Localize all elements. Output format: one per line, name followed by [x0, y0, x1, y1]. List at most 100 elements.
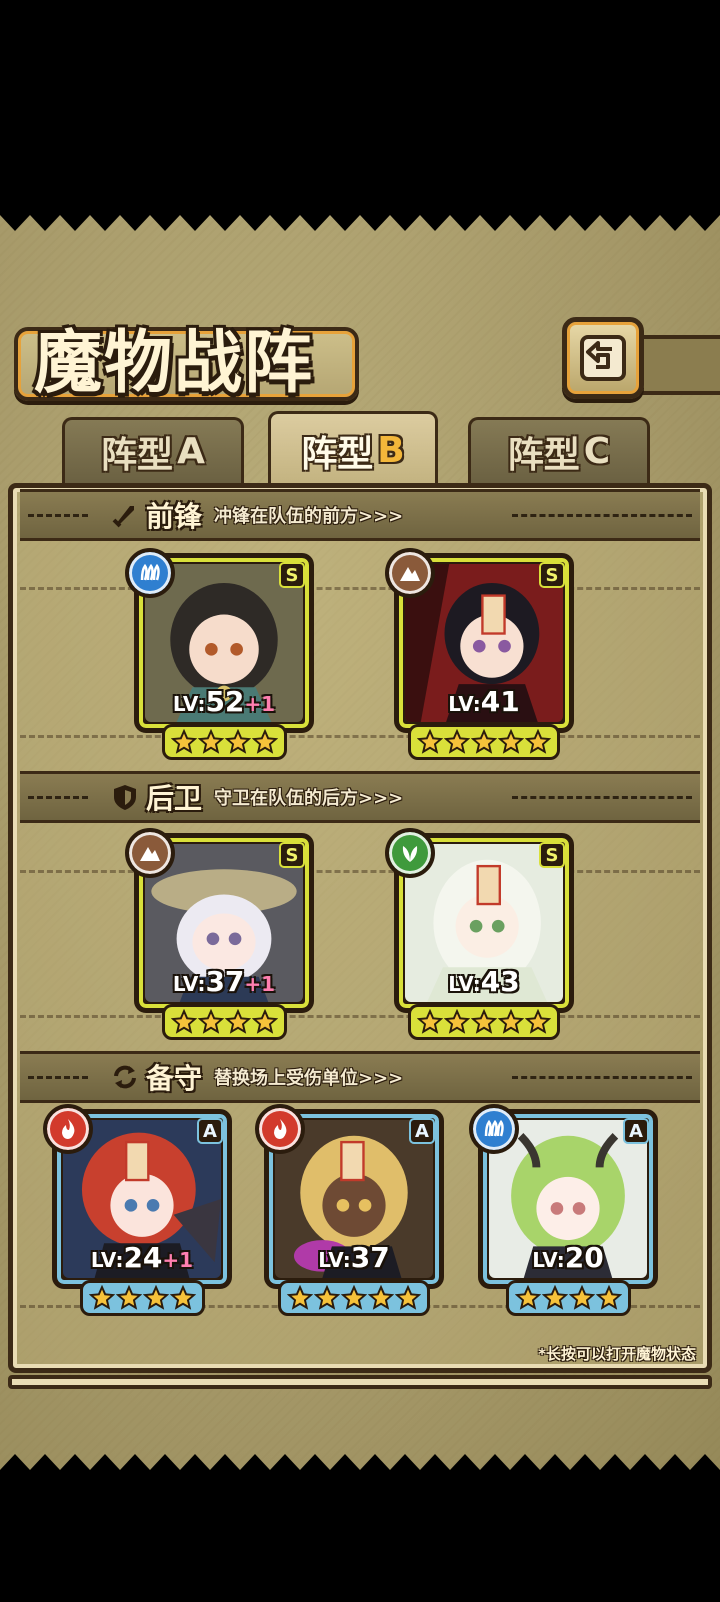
section-reserve-name: 备守	[146, 1062, 203, 1095]
star-rating	[399, 1004, 569, 1040]
star-icon	[417, 1009, 443, 1034]
unit-level: LV:52+1	[172, 685, 276, 718]
star-rating	[139, 724, 309, 760]
star-icon	[568, 1285, 595, 1310]
tab-letter: B	[377, 430, 405, 471]
tab-letter: C	[583, 431, 611, 472]
fire-element-icon	[255, 1104, 305, 1154]
sword-icon	[112, 506, 134, 528]
rank-badge: A	[197, 1118, 223, 1144]
star-icon	[498, 1009, 524, 1034]
star-icon	[251, 729, 278, 754]
rank-badge: S	[279, 562, 305, 588]
unit-card-rear-1[interactable]: S LV:37+1	[125, 828, 314, 1040]
tab-letter: A	[177, 431, 205, 472]
bottom-rail	[8, 1375, 712, 1389]
star-icon	[170, 729, 197, 754]
swap-icon	[114, 1065, 136, 1089]
star-icon	[287, 1285, 313, 1310]
shield-icon	[114, 785, 136, 810]
star-icon	[368, 1285, 394, 1310]
section-front-desc: 冲锋在队伍的前方>>>	[214, 506, 404, 527]
zigzag-bottom-border	[0, 1454, 720, 1480]
star-rating	[483, 1280, 653, 1316]
divider	[20, 587, 700, 590]
zigzag-top-border	[0, 205, 720, 231]
unit-level: LV:20	[532, 1241, 604, 1274]
section-rear-name: 后卫	[146, 782, 203, 815]
water-element-icon	[469, 1104, 519, 1154]
star-icon	[525, 729, 551, 754]
star-icon	[498, 729, 524, 754]
tab-label: 阵型	[101, 434, 174, 476]
tab-formation-a[interactable]: 阵型 A	[62, 417, 244, 483]
section-rear-desc: 守卫在队伍的后方>>>	[214, 788, 404, 809]
tab-formation-b[interactable]: 阵型 B	[268, 411, 438, 487]
star-rating	[269, 1280, 439, 1316]
star-icon	[169, 1285, 196, 1310]
tab-label: 阵型	[301, 433, 374, 475]
tab-label: 阵型	[507, 434, 580, 476]
star-rating	[399, 724, 569, 760]
star-icon	[595, 1285, 622, 1310]
star-icon	[341, 1285, 367, 1310]
rank-badge: S	[539, 842, 565, 868]
earth-element-icon	[125, 828, 175, 878]
back-arrow-icon	[580, 335, 626, 381]
star-icon	[417, 729, 443, 754]
rank-badge: S	[539, 562, 565, 588]
unit-card-reserve-3[interactable]: A LV:20	[469, 1104, 658, 1316]
unit-level: LV:43	[448, 965, 520, 998]
star-bar	[505, 1280, 631, 1316]
star-bar	[79, 1280, 205, 1316]
earth-element-icon	[385, 548, 435, 598]
unit-card-front-1[interactable]: S LV:52+1	[125, 548, 314, 760]
page-title: 魔物战阵	[34, 323, 315, 403]
section-rear-header: 后卫 守卫在队伍的后方>>>	[20, 771, 700, 823]
star-icon	[224, 729, 251, 754]
star-icon	[471, 1009, 497, 1034]
star-icon	[525, 1009, 551, 1034]
unit-card-reserve-1[interactable]: A LV:24+1	[43, 1104, 232, 1316]
rank-badge: S	[279, 842, 305, 868]
unit-level: LV:24+1	[90, 1241, 194, 1274]
unit-card-front-2[interactable]: S LV:41	[385, 548, 574, 760]
wind-element-icon	[385, 828, 435, 878]
star-icon	[395, 1285, 421, 1310]
star-icon	[224, 1009, 251, 1034]
tab-formation-c[interactable]: 阵型 C	[468, 417, 650, 483]
star-icon	[142, 1285, 169, 1310]
unit-level: LV:37	[318, 1241, 390, 1274]
star-icon	[444, 1009, 470, 1034]
rank-badge: A	[623, 1118, 649, 1144]
star-bar	[408, 724, 560, 760]
section-front-name: 前锋	[146, 500, 203, 533]
divider	[20, 870, 700, 873]
unit-level: LV:41	[448, 685, 520, 718]
section-front-header: 前锋 冲锋在队伍的前方>>>	[20, 489, 700, 541]
back-button-strip	[636, 335, 720, 395]
rank-badge: A	[409, 1118, 435, 1144]
unit-level: LV:37+1	[172, 965, 276, 998]
divider	[20, 1015, 700, 1018]
fire-element-icon	[43, 1104, 93, 1154]
star-icon	[471, 729, 497, 754]
star-bar	[161, 724, 287, 760]
star-icon	[314, 1285, 340, 1310]
star-icon	[541, 1285, 568, 1310]
section-reserve-desc: 替换场上受伤单位>>>	[214, 1068, 404, 1089]
star-icon	[197, 1009, 224, 1034]
back-button[interactable]	[562, 317, 644, 399]
unit-card-rear-2[interactable]: S LV:43	[385, 828, 574, 1040]
star-bar	[408, 1004, 560, 1040]
star-rating	[57, 1280, 227, 1316]
section-reserve-header: 备守 替换场上受伤单位>>>	[20, 1051, 700, 1103]
star-bar	[278, 1280, 430, 1316]
star-icon	[444, 729, 470, 754]
water-element-icon	[125, 548, 175, 598]
long-press-hint: *长按可以打开魔物状态	[538, 1345, 696, 1363]
unit-card-reserve-2[interactable]: A LV:37	[255, 1104, 444, 1316]
star-icon	[115, 1285, 142, 1310]
star-icon	[514, 1285, 541, 1310]
star-icon	[170, 1009, 197, 1034]
